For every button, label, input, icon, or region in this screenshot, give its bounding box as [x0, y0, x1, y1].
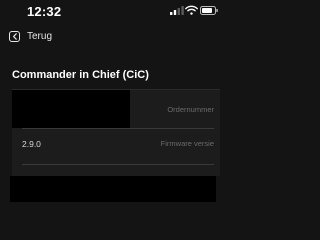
firmware-version-label: Firmware versie — [160, 139, 214, 148]
wifi-icon — [185, 5, 198, 15]
signal-icon — [170, 6, 184, 15]
firmware-version-value: 2.9.0 — [22, 139, 41, 149]
status-bar: 12:32 — [0, 0, 232, 24]
info-row-order-number: Ordernummer — [12, 90, 220, 128]
redacted-order-number — [12, 90, 130, 128]
info-row-firmware: 2.9.0 Firmware versie — [22, 128, 220, 165]
page-title: Commander in Chief (CiC) — [12, 69, 149, 81]
row-divider — [22, 164, 214, 165]
battery-icon — [200, 6, 218, 15]
status-time: 12:32 — [27, 4, 62, 19]
redacted-row — [10, 176, 216, 202]
back-button[interactable]: Terug — [9, 28, 52, 44]
back-label: Terug — [27, 30, 53, 42]
chevron-left-icon — [9, 30, 20, 42]
order-number-label: Ordernummer — [167, 105, 214, 114]
device-info-card: Ordernummer 2.9.0 Firmware versie — [12, 89, 220, 176]
